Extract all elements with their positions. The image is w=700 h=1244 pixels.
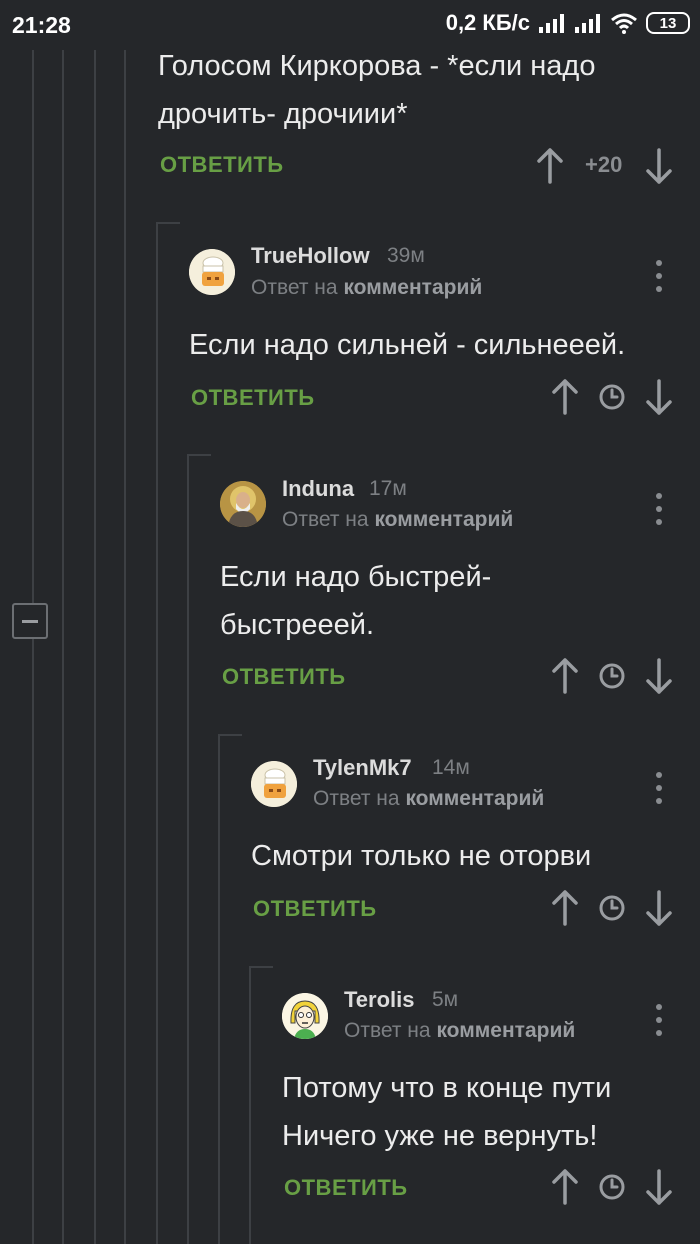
status-right: 0,2 КБ/с 13: [446, 10, 690, 36]
signal-icon: [539, 14, 564, 33]
comment-time: 14м: [432, 756, 470, 779]
reply-button[interactable]: ОТВЕТИТЬ: [191, 385, 315, 411]
comment-author[interactable]: TrueHollow: [251, 243, 370, 269]
saint-icon: [220, 481, 266, 527]
battery-icon: 13: [646, 12, 690, 34]
wifi-icon: [611, 13, 637, 34]
reply-button[interactable]: ОТВЕТИТЬ: [284, 1175, 408, 1201]
reply-to-link[interactable]: комментарий: [343, 276, 482, 299]
chef-icon: [189, 249, 235, 295]
chef-icon: [251, 761, 297, 807]
thread-line: [187, 454, 189, 1244]
girl-avatar[interactable]: [282, 993, 328, 1039]
reply-to-label: Ответ на комментарий: [251, 276, 483, 299]
status-time: 21:28: [12, 12, 71, 38]
upvote-arrow-icon[interactable]: [549, 656, 581, 696]
upvote-arrow-icon[interactable]: [549, 1167, 581, 1207]
thread-connector: [187, 454, 211, 456]
comment-menu-button[interactable]: [647, 766, 671, 810]
comment-author[interactable]: Induna: [282, 476, 354, 502]
thread-line: [32, 50, 34, 605]
reply-to-link[interactable]: комментарий: [374, 508, 513, 531]
clock-icon[interactable]: [596, 888, 628, 928]
reply-button[interactable]: ОТВЕТИТЬ: [253, 896, 377, 922]
comment-time: 5м: [432, 988, 459, 1011]
comment-author[interactable]: Terolis: [344, 987, 415, 1013]
comment-time: 17м: [369, 477, 407, 500]
comment-text: Смотри только не оторви: [251, 840, 592, 872]
reply-to-label: Ответ на комментарий: [344, 1019, 576, 1042]
chef-avatar[interactable]: [189, 249, 235, 295]
clock-icon[interactable]: [596, 1167, 628, 1207]
comment-text: Голосом Киркорова - *если надо дрочить- …: [158, 50, 596, 130]
reply-to-label: Ответ на комментарий: [282, 508, 514, 531]
thread-line: [218, 734, 220, 1244]
icon-saint-avatar[interactable]: [220, 481, 266, 527]
rating-value: +20: [585, 152, 623, 177]
net-speed: 0,2 КБ/с: [445, 10, 530, 35]
reply-to-label: Ответ на комментарий: [313, 787, 545, 810]
reply-to-link[interactable]: комментарий: [405, 787, 544, 810]
thread-line: [32, 639, 34, 1244]
downvote-arrow-icon[interactable]: [643, 656, 675, 696]
comment-menu-button[interactable]: [647, 487, 671, 531]
girl-icon: [282, 993, 328, 1039]
comment-text: Потому что в конце пути Ничего уже не ве…: [282, 1072, 612, 1152]
upvote-arrow-icon[interactable]: [549, 888, 581, 928]
comment-text: Если надо сильней - сильнееей.: [189, 329, 626, 361]
comment-menu-button[interactable]: [647, 254, 671, 298]
thread-line: [62, 50, 64, 1244]
comment-time: 39м: [387, 244, 425, 267]
comment-text: Если надо быстрей- быстрееей.: [220, 561, 492, 641]
downvote-arrow-icon[interactable]: [643, 1167, 675, 1207]
reply-to-link[interactable]: комментарий: [436, 1019, 575, 1042]
thread-line: [94, 50, 96, 1244]
thread-connector: [156, 222, 180, 224]
thread-connector: [218, 734, 242, 736]
thread-line: [249, 966, 251, 1244]
signal-icon: [575, 14, 600, 33]
downvote-arrow-icon[interactable]: [643, 377, 675, 417]
upvote-arrow-icon[interactable]: [549, 377, 581, 417]
clock-icon[interactable]: [596, 656, 628, 696]
comment-author[interactable]: TylenMk7: [313, 755, 412, 781]
thread-line: [156, 222, 158, 1244]
reply-button[interactable]: ОТВЕТИТЬ: [222, 664, 346, 690]
status-bar: 21:28 0,2 КБ/с 13: [0, 0, 700, 50]
upvote-arrow-icon[interactable]: [534, 146, 566, 186]
chef-avatar[interactable]: [251, 761, 297, 807]
reply-button[interactable]: ОТВЕТИТЬ: [160, 152, 284, 178]
downvote-arrow-icon[interactable]: [643, 146, 675, 186]
comment-menu-button[interactable]: [647, 998, 671, 1042]
minus-icon: [22, 619, 38, 623]
thread-line: [124, 50, 126, 1244]
collapse-thread-button[interactable]: [12, 603, 48, 639]
downvote-arrow-icon[interactable]: [643, 888, 675, 928]
clock-icon[interactable]: [596, 377, 628, 417]
thread-connector: [249, 966, 273, 968]
